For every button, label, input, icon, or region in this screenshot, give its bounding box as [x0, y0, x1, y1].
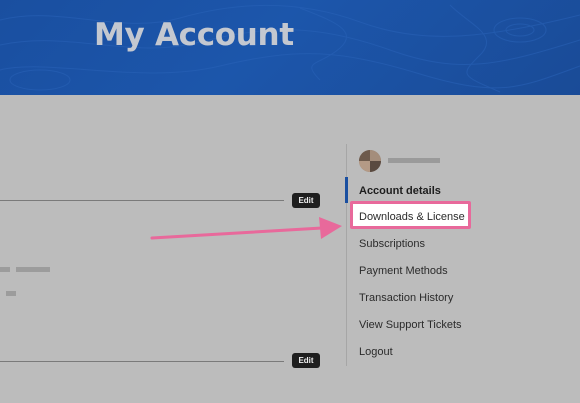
pointer-arrow-icon	[150, 217, 342, 240]
page-title: My Account	[94, 17, 294, 53]
account-content: Edit Edit Account details Downloads & Li…	[0, 95, 580, 403]
page-header: My Account	[0, 0, 580, 95]
